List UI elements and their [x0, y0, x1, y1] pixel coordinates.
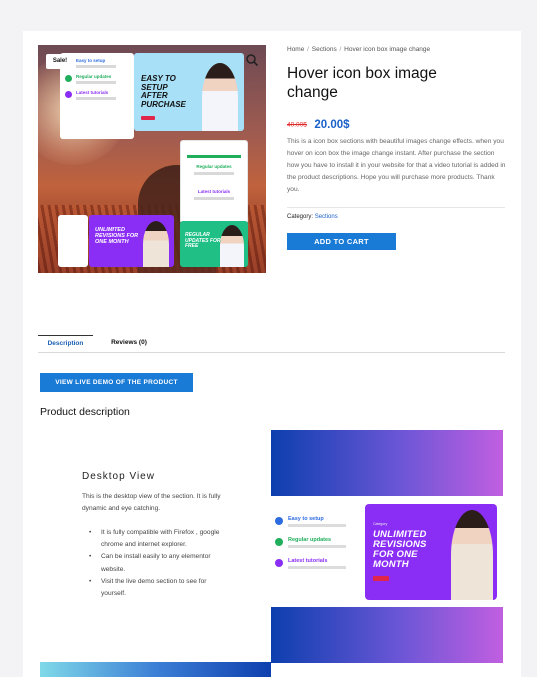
preview-promo-button: [373, 576, 389, 581]
add-to-cart-button[interactable]: ADD TO CART: [287, 233, 396, 250]
short-description: This is a icon box sections with beautif…: [287, 138, 506, 194]
price: 40.00$ 20.00$: [287, 116, 350, 134]
next-section-gradient: [40, 662, 271, 677]
woman-photo: [143, 221, 169, 267]
divider: [287, 207, 505, 208]
mock-item-title: Easy to setup: [76, 58, 106, 63]
mock-promo-button: [141, 116, 155, 120]
old-price: 40.00$: [287, 121, 307, 129]
mock-promo-purple: UNLIMITED REVISIONS FOR ONE MONTH: [89, 215, 174, 267]
leaf-icon: [275, 538, 283, 546]
desktop-preview-gradient-bottom: [271, 607, 503, 663]
preview-item-title: Regular updates: [288, 537, 332, 543]
product-title: Hover icon box image change: [287, 65, 437, 101]
mock-promo-teal: REGULAR UPDATES FOR FREE: [180, 221, 248, 267]
mock-promo-text: UNLIMITED REVISIONS FOR ONE MONTH: [95, 227, 139, 245]
mock-promo-text: REGULAR UPDATES FOR FREE: [185, 232, 221, 249]
tab-description[interactable]: Description: [38, 335, 93, 353]
list-item: It is fully compatible with Firefox , go…: [89, 527, 229, 551]
sale-badge: Sale!: [46, 54, 74, 69]
desktop-preview-gradient-top: [271, 430, 503, 496]
mock-card-title: Regular updates: [196, 164, 232, 169]
product-tabs: Description Reviews (0): [38, 335, 505, 353]
mock-item: Regular updates: [65, 74, 129, 84]
desktop-view-title: Desktop View: [82, 471, 155, 482]
woman-photo: [220, 225, 244, 267]
list-item: Can be install easily to any elementor w…: [89, 551, 229, 575]
preview-iconbox-list: Easy to setup Regular updates Latest tut…: [275, 516, 357, 579]
leaf-icon: [65, 75, 72, 82]
breadcrumb-home[interactable]: Home: [287, 46, 304, 53]
preview-item: Easy to setup: [275, 516, 357, 527]
mock-item: Latest tutorials: [65, 90, 129, 100]
breadcrumb-sections[interactable]: Sections: [312, 46, 337, 53]
mock-iconbox-list-small: [58, 215, 88, 267]
mock-card-title: Latest tutorials: [197, 189, 231, 194]
category-link[interactable]: Sections: [315, 214, 338, 220]
desktop-preview-screenshot: Easy to setup Regular updates Latest tut…: [271, 496, 503, 607]
preview-item: Latest tutorials: [275, 558, 357, 569]
smile-icon: [275, 559, 283, 567]
mock-item: Easy to setup: [65, 58, 129, 68]
feature-list: It is fully compatible with Firefox , go…: [89, 527, 229, 600]
preview-promo-small: Category: [373, 522, 388, 526]
mock-item-title: Regular updates: [76, 74, 112, 79]
product-gallery-image[interactable]: Easy to setup Regular updates Latest tut…: [38, 45, 266, 273]
mock-promo-blue: EASY TO SETUP AFTER PURCHASE: [134, 53, 244, 131]
current-price: 20.00$: [314, 118, 350, 131]
mock-promo-text: EASY TO SETUP AFTER PURCHASE: [141, 74, 186, 109]
preview-item-title: Easy to setup: [288, 516, 324, 522]
desktop-view-text: This is the desktop view of the section.…: [82, 493, 221, 512]
woman-photo: [451, 510, 493, 600]
preview-promo-text: UNLIMITED REVISIONS FOR ONE MONTH: [373, 529, 427, 570]
zoom-icon[interactable]: [245, 53, 259, 67]
breadcrumb: Home / Sections / Hover icon box image c…: [287, 46, 431, 53]
category-label: Category:: [287, 214, 314, 220]
product-category: Category: Sections: [287, 214, 338, 220]
list-item: Visit the live demo section to see for y…: [89, 576, 229, 600]
next-section-blank: [271, 663, 503, 677]
gear-icon: [275, 517, 283, 525]
view-live-demo-button[interactable]: VIEW LIVE DEMO OF THE PRODUCT: [40, 373, 193, 392]
woman-photo: [202, 63, 238, 131]
product-description-heading: Product description: [40, 406, 130, 418]
preview-promo-purple: Category UNLIMITED REVISIONS FOR ONE MON…: [365, 504, 497, 600]
mock-iconbox-card: Regular updates Latest tutorials: [180, 140, 248, 224]
breadcrumb-current: Hover icon box image change: [344, 46, 431, 53]
preview-item: Regular updates: [275, 537, 357, 548]
tab-reviews[interactable]: Reviews (0): [107, 335, 151, 353]
mock-item-title: Latest tutorials: [76, 90, 109, 95]
smile-icon: [65, 91, 72, 98]
preview-item-title: Latest tutorials: [288, 558, 328, 564]
